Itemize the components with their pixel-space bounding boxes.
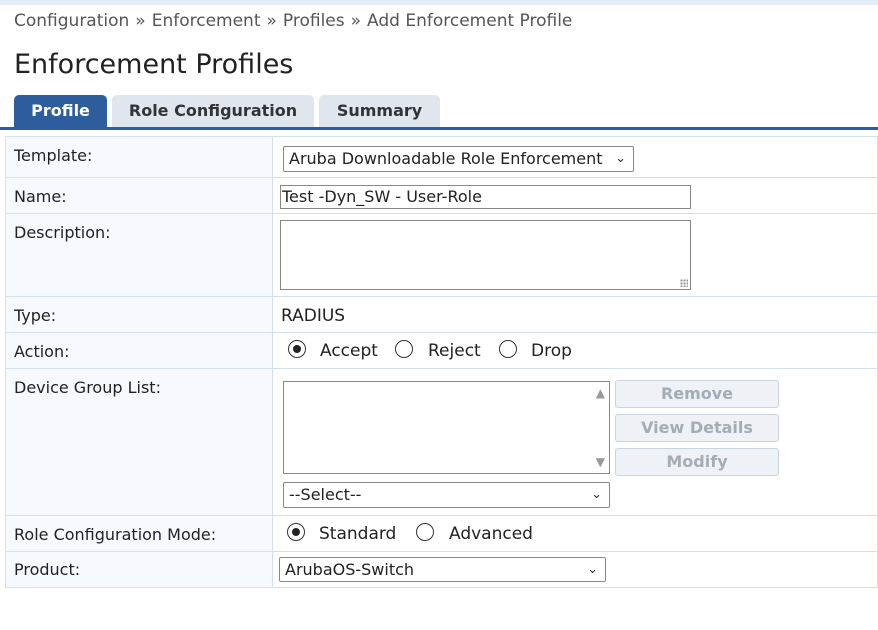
top-strip [0,0,878,5]
template-select[interactable]: Aruba Downloadable Role Enforcement ⌄ [283,146,634,172]
role-mode-standard-label[interactable]: Standard [319,524,396,544]
modify-button[interactable]: Modify [615,448,779,476]
description-value-cell [272,213,878,297]
breadcrumb-configuration[interactable]: Configuration [14,11,129,31]
breadcrumb-separator: » [135,11,146,31]
device-group-select-value: --Select-- [289,485,362,504]
type-value: RADIUS [281,306,346,326]
action-drop-label[interactable]: Drop [531,341,572,361]
role-mode-standard-radio[interactable] [287,523,305,541]
type-value-cell: RADIUS [272,296,878,333]
action-label-cell: Action: [5,332,273,369]
product-select-value: ArubaOS-Switch [285,560,415,579]
breadcrumb-enforcement[interactable]: Enforcement [152,11,261,31]
template-select-value: Aruba Downloadable Role Enforcement [289,149,603,168]
role-mode-advanced-label[interactable]: Advanced [449,524,533,544]
device-group-label: Device Group List: [14,378,161,397]
product-label-cell: Product: [5,551,273,588]
chevron-down-icon: ⌄ [587,562,598,577]
product-label: Product: [14,560,81,579]
name-label-cell: Name: [5,177,273,214]
action-accept-radio[interactable] [288,340,306,358]
action-accept-label[interactable]: Accept [320,341,378,361]
role-mode-label-cell: Role Configuration Mode: [5,515,273,552]
remove-button[interactable]: Remove [615,380,779,408]
name-input[interactable]: Test -Dyn_SW - User-Role [280,185,691,209]
description-textarea[interactable] [280,220,691,290]
page-title: Enforcement Profiles [14,49,294,80]
chevron-down-icon: ⌄ [615,151,626,166]
description-label-cell: Description: [5,213,273,297]
scroll-down-icon[interactable]: ▼ [596,455,605,469]
breadcrumb-current: Add Enforcement Profile [367,11,573,31]
tab-role-configuration[interactable]: Role Configuration [112,95,314,127]
breadcrumb-separator: » [350,11,362,31]
action-label: Action: [14,342,70,361]
resize-grip-icon[interactable] [680,279,688,287]
device-group-listbox[interactable]: ▲ ▼ [283,381,610,474]
product-value-cell: ArubaOS-Switch ⌄ [272,551,878,588]
profile-form: Template: Aruba Downloadable Role Enforc… [5,136,878,588]
template-label: Template: [14,146,93,165]
role-mode-advanced-radio[interactable] [416,523,434,541]
product-select[interactable]: ArubaOS-Switch ⌄ [279,557,606,582]
name-value-cell: Test -Dyn_SW - User-Role [272,177,878,214]
action-reject-label[interactable]: Reject [428,341,481,361]
view-details-button[interactable]: View Details [615,414,779,442]
tab-profile[interactable]: Profile [14,95,107,127]
scroll-up-icon[interactable]: ▲ [596,386,605,400]
device-group-select[interactable]: --Select-- ⌄ [283,482,610,508]
template-label-cell: Template: [5,136,273,178]
type-label-cell: Type: [5,296,273,333]
action-drop-radio[interactable] [499,340,517,358]
tab-underline [0,127,878,130]
breadcrumb-profiles[interactable]: Profiles [283,11,345,31]
device-group-label-cell: Device Group List: [5,368,273,516]
type-label: Type: [14,306,57,325]
device-group-value-cell: ▲ ▼ Remove View Details Modify --Select-… [272,368,878,516]
role-mode-value-cell: Standard Advanced [272,515,878,552]
template-value-cell: Aruba Downloadable Role Enforcement ⌄ [272,136,878,178]
role-mode-label: Role Configuration Mode: [14,525,217,544]
breadcrumb: Configuration» Enforcement» Profiles» Add E… [14,11,572,31]
action-reject-radio[interactable] [395,340,413,358]
description-label: Description: [14,223,111,242]
breadcrumb-separator: » [266,11,277,31]
chevron-down-icon: ⌄ [591,487,602,502]
tab-summary[interactable]: Summary [319,95,440,127]
name-label: Name: [14,187,67,206]
action-value-cell: Accept Reject Drop [272,332,878,369]
